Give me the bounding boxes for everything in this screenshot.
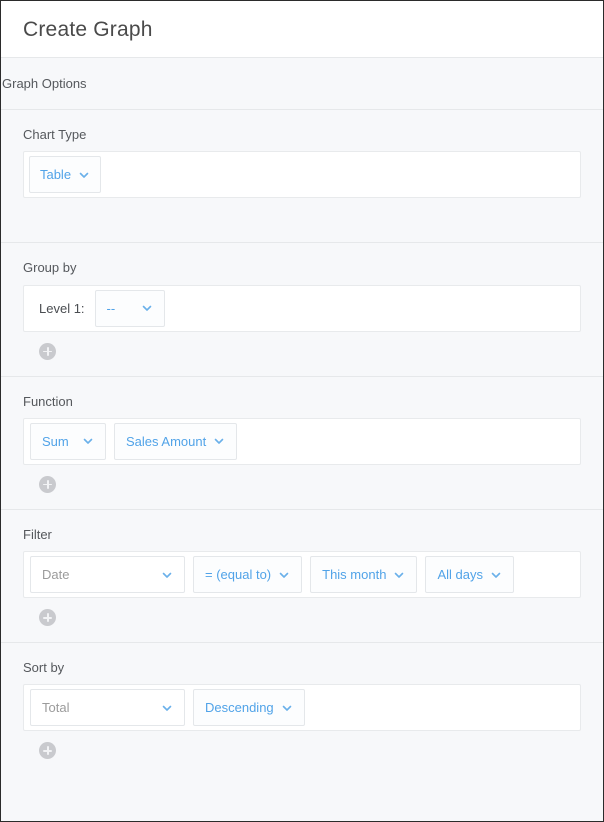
- add-sort-by-button[interactable]: [39, 742, 56, 760]
- function-field-value: Sales Amount: [126, 433, 207, 449]
- filter-field-dropdown[interactable]: Date: [30, 556, 185, 594]
- add-filter-button[interactable]: [39, 609, 56, 627]
- add-function-button[interactable]: [39, 475, 56, 493]
- sort-by-control-box: Total Descending: [23, 684, 581, 732]
- section-function: Function Sum Sales Amount: [1, 376, 603, 510]
- group-by-level1-value: --: [106, 300, 116, 316]
- function-label: Function: [23, 393, 73, 409]
- filter-field-value: Date: [42, 567, 70, 583]
- filter-period-value: This month: [322, 567, 387, 583]
- chevron-down-icon: [491, 572, 501, 578]
- group-by-level1-dropdown[interactable]: --: [94, 289, 165, 327]
- group-by-label: Group by: [23, 260, 77, 276]
- chevron-down-icon: [279, 572, 289, 578]
- sort-by-add-row: [23, 731, 581, 775]
- group-by-add-row: [23, 332, 581, 376]
- filter-days-dropdown[interactable]: All days: [425, 556, 514, 594]
- section-group-by: Group by Level 1: --: [1, 243, 603, 377]
- chevron-down-icon: [79, 172, 89, 178]
- filter-label: Filter: [23, 526, 52, 542]
- create-graph-dialog: Create Graph Graph Options Chart Type Ta…: [0, 0, 604, 822]
- sort-by-direction-dropdown[interactable]: Descending: [193, 689, 305, 727]
- chart-type-dropdown[interactable]: Table: [29, 156, 101, 194]
- chevron-down-icon: [395, 572, 404, 578]
- function-add-row: [23, 465, 581, 509]
- filter-period-dropdown[interactable]: This month: [310, 556, 418, 594]
- function-aggregate-dropdown[interactable]: Sum: [30, 422, 106, 460]
- add-group-by-button[interactable]: [39, 342, 56, 360]
- page-title: Create Graph: [23, 17, 153, 41]
- dialog-header: Create Graph: [1, 1, 603, 58]
- graph-options-strip: Graph Options: [1, 58, 603, 110]
- filter-control-box: Date = (equal to) This month All days: [23, 551, 581, 599]
- filter-days-value: All days: [437, 567, 483, 583]
- chart-type-value: Table: [39, 167, 72, 183]
- chevron-down-icon: [214, 439, 224, 445]
- section-filter: Filter Date = (equal to) This month All …: [1, 509, 603, 644]
- sort-by-direction-value: Descending: [205, 700, 274, 716]
- filter-operator-dropdown[interactable]: = (equal to): [193, 556, 303, 594]
- graph-options-label: Graph Options: [2, 76, 87, 91]
- chevron-down-icon: [162, 572, 172, 578]
- chevron-down-icon: [282, 705, 291, 711]
- group-by-control-box: Level 1: --: [23, 284, 581, 332]
- sort-by-field-dropdown[interactable]: Total: [30, 689, 185, 727]
- function-field-dropdown[interactable]: Sales Amount: [114, 422, 238, 460]
- filter-operator-value: = (equal to): [205, 567, 272, 583]
- section-sort-by: Sort by Total Descending: [1, 643, 603, 776]
- chevron-down-icon: [162, 705, 172, 711]
- chart-type-control-box: Table: [23, 151, 581, 199]
- chevron-down-icon: [142, 305, 151, 311]
- function-aggregate-value: Sum: [42, 433, 69, 449]
- sort-by-label: Sort by: [23, 660, 65, 676]
- chart-type-label: Chart Type: [23, 127, 87, 142]
- sort-by-field-value: Total: [42, 700, 70, 716]
- filter-add-row: [23, 598, 581, 642]
- group-by-level-label: Level 1:: [39, 300, 85, 316]
- section-chart-type: Chart Type Table: [1, 110, 603, 244]
- function-control-box: Sum Sales Amount: [23, 417, 581, 465]
- chevron-down-icon: [83, 439, 93, 445]
